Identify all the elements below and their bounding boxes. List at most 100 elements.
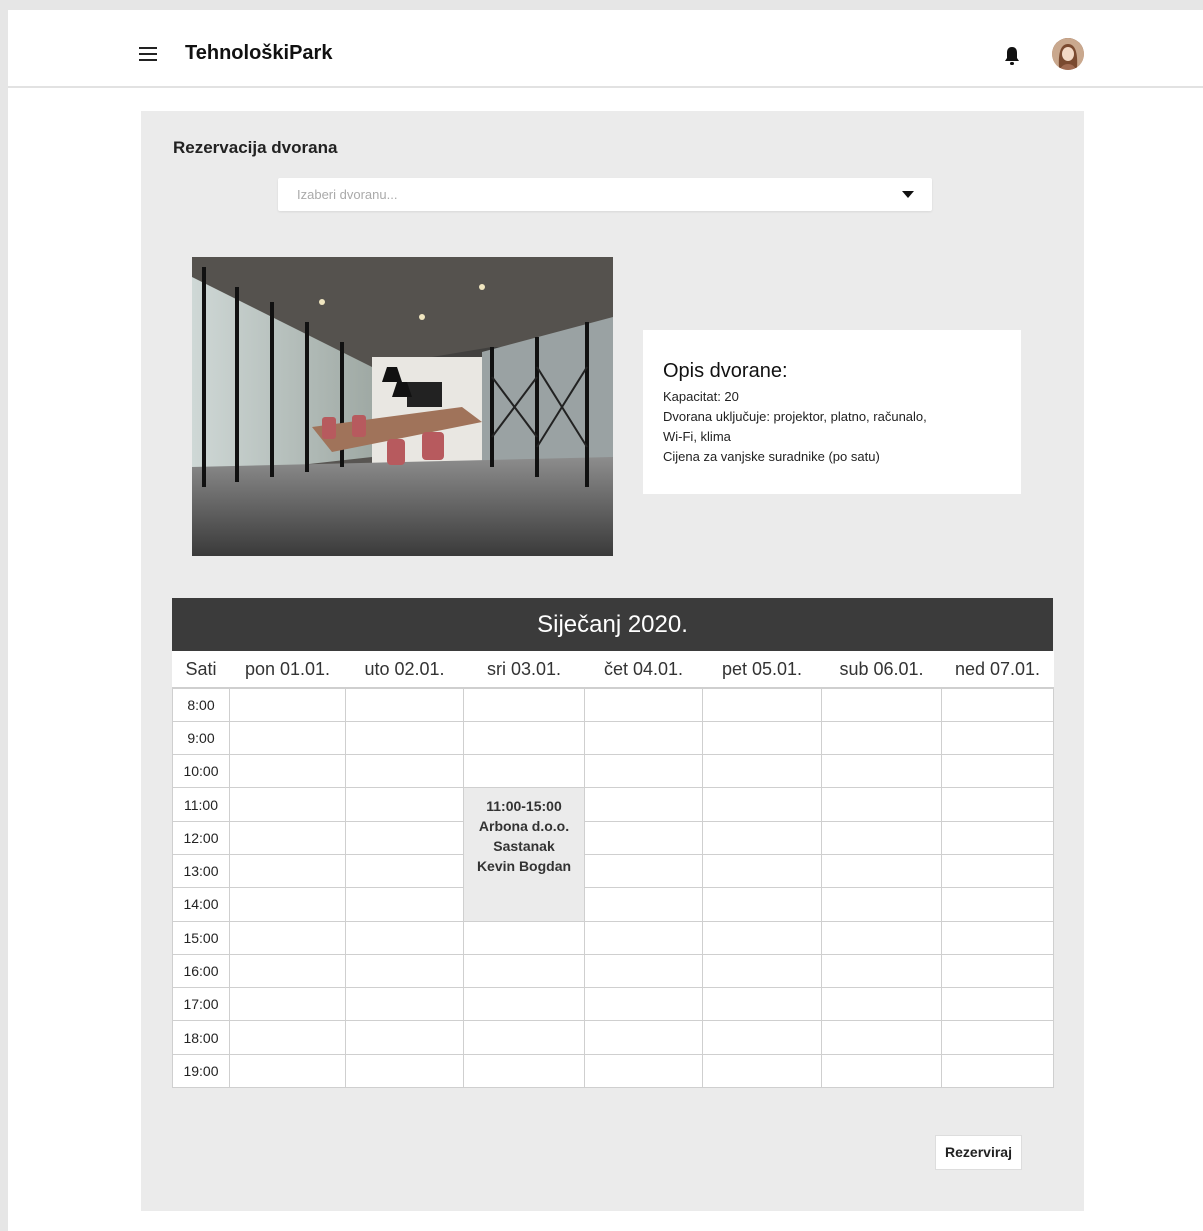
time-slot-cell[interactable] [229,853,346,889]
time-slot-cell[interactable] [584,720,703,756]
time-slot-cell[interactable] [584,887,703,922]
page-title: Rezervacija dvorana [173,138,338,157]
time-slot-cell[interactable] [584,853,703,889]
time-slot-cell[interactable] [229,953,346,989]
time-slot-cell[interactable] [941,853,1054,889]
time-slot-cell[interactable] [345,820,464,855]
time-slot-cell[interactable] [702,853,822,889]
time-slot-cell[interactable] [941,987,1054,1022]
time-slot-cell[interactable] [702,820,822,855]
time-slot-cell[interactable] [229,1053,346,1089]
time-slot-cell[interactable] [941,953,1054,989]
time-slot-cell[interactable] [821,1053,942,1089]
time-slot-cell[interactable] [345,720,464,756]
time-slot-cell[interactable] [229,754,346,789]
calendar-hour-row: 13:00 [172,853,1054,889]
time-slot-cell[interactable] [702,887,822,922]
hall-description-title: Opis dvorane: [663,360,788,382]
time-slot-cell[interactable] [702,920,822,955]
calendar-header-row: Sati pon 01.01. uto 02.01. sri 03.01. če… [172,651,1054,689]
time-slot-cell[interactable] [941,720,1054,756]
time-slot-cell[interactable] [345,787,464,822]
time-slot-cell[interactable] [821,887,942,922]
time-slot-cell[interactable] [584,754,703,789]
time-slot-cell[interactable] [463,920,585,955]
time-slot-cell[interactable] [584,953,703,989]
time-slot-cell[interactable] [345,920,464,955]
booking-block[interactable]: 11:00-15:00 Arbona d.o.o. Sastanak Kevin Bo… [463,787,585,922]
time-slot-cell[interactable] [584,920,703,955]
time-slot-cell[interactable] [821,987,942,1022]
time-slot-cell[interactable] [463,1020,585,1055]
time-slot-cell[interactable] [229,787,346,822]
time-slot-cell[interactable] [941,920,1054,955]
time-slot-cell[interactable] [584,1053,703,1089]
outer-frame-left [0,0,8,1231]
calendar-hour-row: 16:00 [172,953,1054,989]
time-slot-cell[interactable] [345,1020,464,1055]
time-slot-cell[interactable] [584,820,703,855]
time-slot-cell[interactable] [941,887,1054,922]
time-slot-cell[interactable] [821,1020,942,1055]
calendar-hour-row: 18:00 [172,1020,1054,1055]
time-slot-cell[interactable] [941,754,1054,789]
time-slot-cell[interactable] [229,1020,346,1055]
hamburger-menu-icon[interactable] [139,47,157,61]
time-slot-cell[interactable] [584,987,703,1022]
time-slot-cell[interactable] [229,720,346,756]
time-slot-cell[interactable] [821,754,942,789]
time-slot-cell[interactable] [821,920,942,955]
time-slot-cell[interactable] [702,687,822,722]
day-header: sub 06.01. [821,651,942,689]
user-avatar[interactable] [1052,38,1084,70]
time-slot-cell[interactable] [702,787,822,822]
time-slot-cell[interactable] [821,687,942,722]
booking-company: Arbona d.o.o. [478,818,570,835]
time-slot-cell[interactable] [463,720,585,756]
time-slot-cell[interactable] [345,887,464,922]
time-slot-cell[interactable] [702,987,822,1022]
time-slot-cell[interactable] [463,953,585,989]
time-slot-cell[interactable] [229,987,346,1022]
time-slot-cell[interactable] [229,687,346,722]
calendar-hour-row: 11:00 11:00-15:00 Arbona d.o.o. Sastanak Kev… [172,787,1054,922]
calendar-hour-row: 14:00 [172,887,1054,922]
time-slot-cell[interactable] [345,953,464,989]
time-slot-cell[interactable] [821,787,942,822]
time-slot-cell[interactable] [584,1020,703,1055]
time-slot-cell[interactable] [821,853,942,889]
time-slot-cell[interactable] [463,687,585,722]
time-slot-cell[interactable] [941,820,1054,855]
hall-price: Cijena za vanjske suradnike (po satu) [663,449,880,464]
bell-icon[interactable] [1003,46,1021,66]
time-slot-cell[interactable] [702,754,822,789]
time-slot-cell[interactable] [702,1053,822,1089]
time-slot-cell[interactable] [941,687,1054,722]
time-slot-cell[interactable] [463,987,585,1022]
time-slot-cell[interactable] [463,754,585,789]
time-slot-cell[interactable] [229,920,346,955]
time-slot-cell[interactable] [702,1020,822,1055]
time-slot-cell[interactable] [229,887,346,922]
time-slot-cell[interactable] [345,987,464,1022]
booking-time: 11:00-15:00 [486,798,562,815]
time-slot-cell[interactable] [941,1020,1054,1055]
time-slot-cell[interactable] [345,754,464,789]
time-slot-cell[interactable] [345,687,464,722]
time-slot-cell[interactable] [345,853,464,889]
time-slot-cell[interactable] [584,787,703,822]
time-slot-cell[interactable] [821,820,942,855]
hall-select-dropdown[interactable]: Izaberi dvoranu... [278,178,932,211]
time-slot-cell[interactable] [345,1053,464,1089]
time-slot-cell[interactable] [821,720,942,756]
time-slot-cell[interactable] [941,787,1054,822]
time-slot-cell[interactable] [821,953,942,989]
time-slot-cell[interactable] [702,953,822,989]
time-slot-cell[interactable] [702,720,822,756]
time-slot-cell[interactable] [941,1053,1054,1089]
calendar-hour-row: 17:00 [172,987,1054,1022]
time-slot-cell[interactable] [584,687,703,722]
reserve-button[interactable]: Rezerviraj [935,1135,1022,1170]
time-slot-cell[interactable] [229,820,346,855]
time-slot-cell[interactable] [463,1053,585,1089]
